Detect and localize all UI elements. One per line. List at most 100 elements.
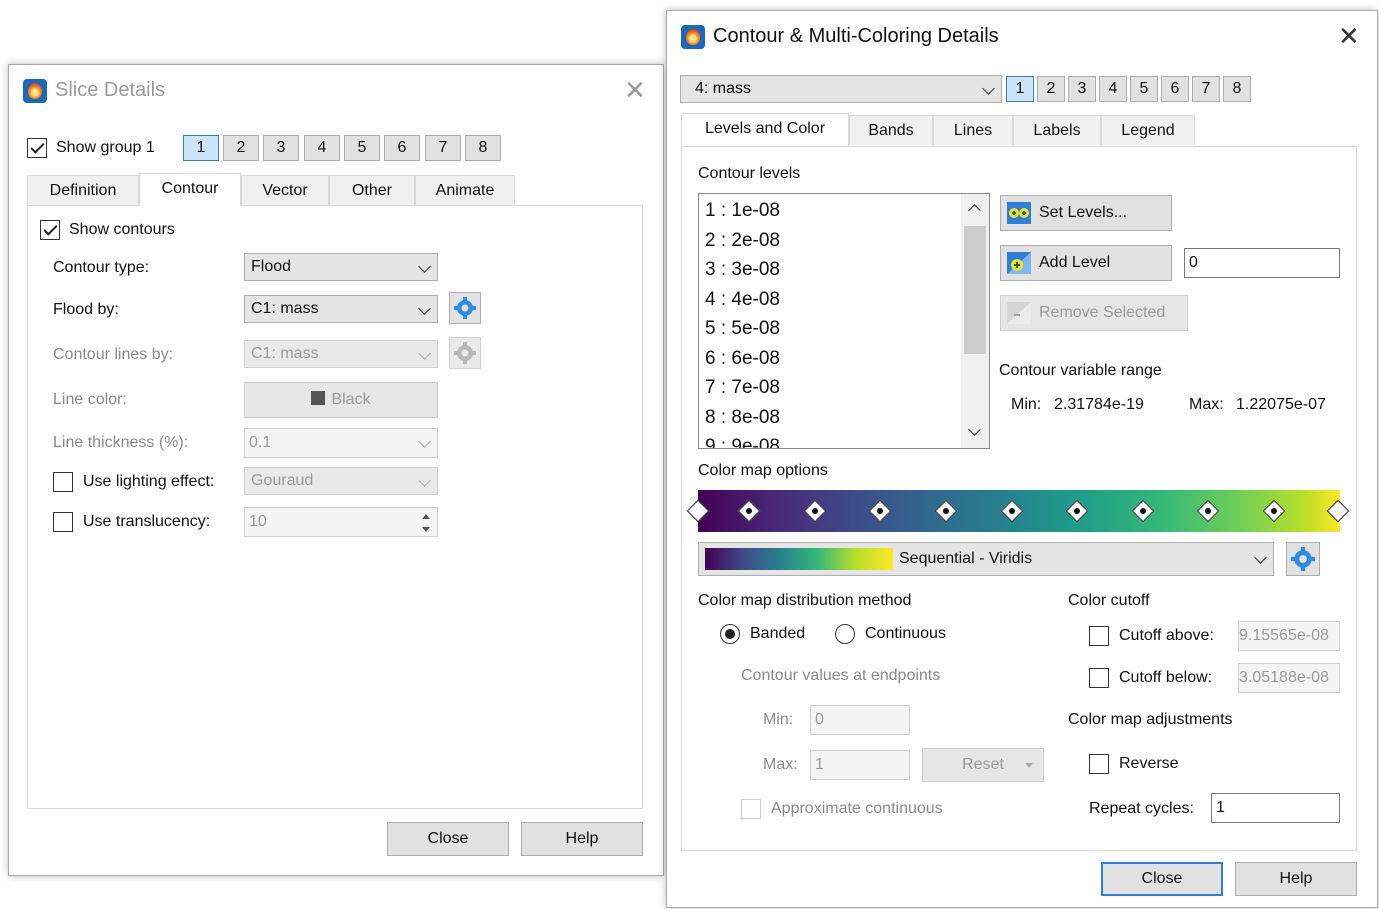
group-button-4[interactable]: 4	[1099, 76, 1127, 102]
marker-edge-right-icon[interactable]	[1326, 499, 1350, 523]
add-level-input[interactable]: 0	[1184, 248, 1340, 278]
continuous-radio[interactable]	[835, 624, 855, 644]
lighting-select[interactable]: Gouraud	[244, 467, 438, 495]
color-map-marker[interactable]	[803, 499, 827, 523]
list-item[interactable]: 2 : 2e-08	[705, 230, 780, 252]
tab-bands[interactable]: Bands	[849, 115, 933, 145]
contour-details-titlebar[interactable]: Contour & Multi-Coloring Details ✕	[667, 11, 1377, 61]
dropdown-arrow-icon	[1025, 763, 1033, 768]
contour-lines-by-select[interactable]: C1: mass	[244, 340, 438, 368]
scroll-down-icon[interactable]	[968, 423, 981, 436]
color-map-marker[interactable]	[934, 499, 958, 523]
translucency-spinner[interactable]: 10	[244, 507, 438, 537]
reset-label: Reset	[962, 756, 1004, 773]
color-map-marker[interactable]	[737, 499, 761, 523]
close-icon[interactable]: ✕	[624, 77, 646, 103]
cutoff-above-label: Cutoff above:	[1119, 627, 1214, 644]
chevron-down-icon	[1254, 551, 1267, 564]
remove-selected-button[interactable]: Remove Selected	[1000, 295, 1188, 331]
reverse-checkbox[interactable]	[1089, 754, 1109, 774]
spinner-arrows-icon[interactable]	[417, 510, 435, 536]
color-map-settings-button[interactable]	[1286, 542, 1320, 576]
slice-details-titlebar[interactable]: Slice Details ✕	[9, 65, 663, 115]
cutoff-below-input[interactable]: 3.05188e-08	[1238, 663, 1340, 693]
banded-radio[interactable]	[720, 624, 740, 644]
set-levels-button[interactable]: Set Levels...	[1000, 195, 1172, 231]
lines-settings-button[interactable]	[449, 337, 481, 369]
tab-labels[interactable]: Labels	[1013, 115, 1101, 145]
scroll-up-icon[interactable]	[968, 204, 981, 217]
show-contours-checkbox[interactable]	[40, 220, 60, 240]
variable-select[interactable]: 4: mass	[680, 75, 1002, 103]
contour-type-select[interactable]: Flood	[244, 253, 438, 281]
color-map-marker[interactable]	[868, 499, 892, 523]
group-button-6[interactable]: 6	[384, 135, 420, 161]
tab-definition[interactable]: Definition	[27, 175, 139, 205]
endpoint-max-input[interactable]: 1	[810, 750, 910, 780]
color-map-bar[interactable]	[686, 490, 1350, 532]
slice-help-button[interactable]: Help	[521, 822, 643, 856]
cutoff-below-checkbox[interactable]	[1089, 668, 1109, 688]
color-map-select[interactable]: Sequential - Viridis	[698, 542, 1274, 576]
group-button-1[interactable]: 1	[183, 135, 219, 161]
group-button-6[interactable]: 6	[1161, 76, 1189, 102]
translucency-checkbox[interactable]	[53, 512, 73, 532]
tab-legend[interactable]: Legend	[1101, 115, 1195, 145]
line-thickness-input[interactable]: 0.1	[244, 428, 438, 458]
list-item[interactable]: 7 : 7e-08	[705, 377, 780, 399]
list-item[interactable]: 1 : 1e-08	[705, 200, 780, 222]
tab-other[interactable]: Other	[329, 175, 415, 205]
add-level-button[interactable]: Add Level	[1000, 245, 1172, 281]
marker-edge-left-icon[interactable]	[686, 499, 710, 523]
group-button-7[interactable]: 7	[425, 135, 461, 161]
endpoint-min-input[interactable]: 0	[810, 705, 910, 735]
group-button-1[interactable]: 1	[1006, 76, 1034, 102]
group-button-3[interactable]: 3	[1068, 76, 1096, 102]
group-button-5[interactable]: 5	[1130, 76, 1158, 102]
color-map-marker[interactable]	[1196, 499, 1220, 523]
list-item[interactable]: 6 : 6e-08	[705, 348, 780, 370]
group-button-2[interactable]: 2	[223, 135, 259, 161]
group-button-7[interactable]: 7	[1192, 76, 1220, 102]
tab-animate[interactable]: Animate	[415, 175, 515, 205]
group-button-8[interactable]: 8	[465, 135, 501, 161]
flood-settings-button[interactable]	[449, 292, 481, 324]
color-map-marker[interactable]	[1000, 499, 1024, 523]
line-color-button[interactable]: Black	[244, 382, 438, 418]
close-icon[interactable]: ✕	[1338, 23, 1360, 49]
list-item[interactable]: 8 : 8e-08	[705, 407, 780, 429]
approximate-continuous-checkbox[interactable]	[741, 799, 761, 819]
list-item[interactable]: 9 : 9e-08	[705, 436, 780, 448]
color-map-marker[interactable]	[1131, 499, 1155, 523]
tab-lines[interactable]: Lines	[933, 115, 1013, 145]
group-button-8[interactable]: 8	[1223, 76, 1251, 102]
group-button-5[interactable]: 5	[344, 135, 380, 161]
contour-close-button[interactable]: Close	[1101, 862, 1223, 896]
reset-button[interactable]: Reset	[922, 748, 1044, 782]
list-item[interactable]: 3 : 3e-08	[705, 259, 780, 281]
contour-levels-list[interactable]: 1 : 1e-08 2 : 2e-08 3 : 3e-08 4 : 4e-08 …	[698, 193, 990, 449]
group-button-3[interactable]: 3	[263, 135, 299, 161]
cutoff-above-checkbox[interactable]	[1089, 626, 1109, 646]
cutoff-above-input[interactable]: 9.15565e-08	[1238, 621, 1340, 651]
color-map-marker[interactable]	[1262, 499, 1286, 523]
gear-icon	[454, 342, 476, 364]
color-map-marker[interactable]	[1065, 499, 1089, 523]
tab-contour[interactable]: Contour	[139, 173, 241, 206]
range-max-value: 1.22075e-07	[1236, 396, 1326, 413]
tab-vector[interactable]: Vector	[241, 175, 329, 205]
lighting-checkbox[interactable]	[53, 472, 73, 492]
list-item[interactable]: 4 : 4e-08	[705, 289, 780, 311]
contour-help-button[interactable]: Help	[1235, 862, 1357, 896]
slice-close-button[interactable]: Close	[387, 822, 509, 856]
range-min-value: 2.31784e-19	[1054, 396, 1144, 413]
group-button-4[interactable]: 4	[304, 135, 340, 161]
tab-levels-and-color[interactable]: Levels and Color	[681, 113, 849, 146]
flood-by-select[interactable]: C1: mass	[244, 295, 438, 323]
list-item[interactable]: 5 : 5e-08	[705, 318, 780, 340]
levels-scrollbar[interactable]	[961, 194, 989, 448]
group-button-2[interactable]: 2	[1037, 76, 1065, 102]
scroll-thumb[interactable]	[964, 226, 986, 354]
show-group-checkbox[interactable]	[27, 138, 47, 158]
repeat-cycles-input[interactable]: 1	[1211, 793, 1340, 823]
